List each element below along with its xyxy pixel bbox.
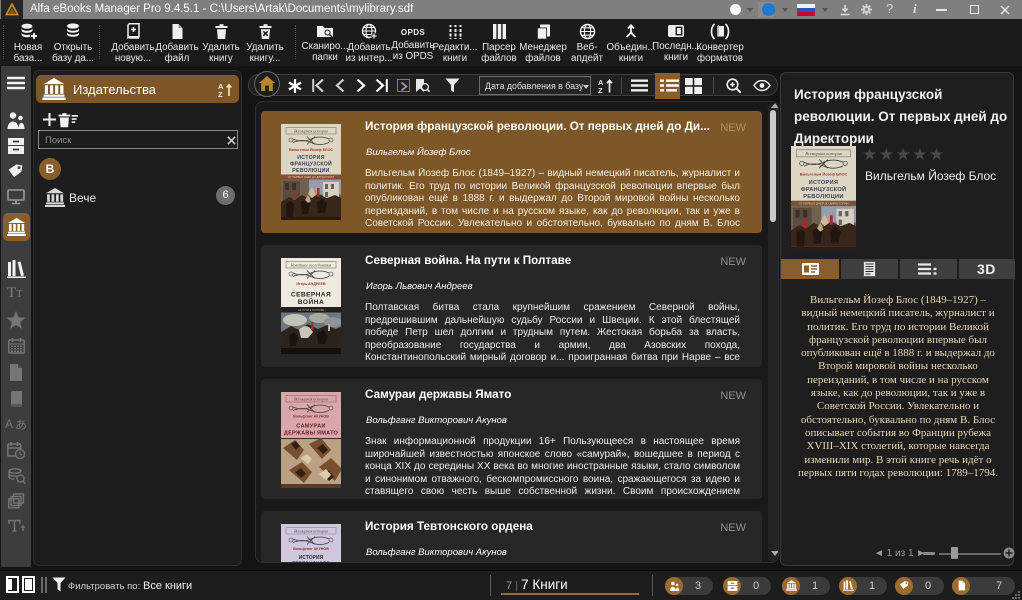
svg-text:Z: Z xyxy=(598,86,603,94)
svg-text:あ: あ xyxy=(15,418,27,431)
svg-text:A: A xyxy=(5,417,13,431)
svg-text:T: T xyxy=(16,288,23,300)
svg-text:Z: Z xyxy=(218,90,223,98)
svg-text:T: T xyxy=(7,285,16,300)
